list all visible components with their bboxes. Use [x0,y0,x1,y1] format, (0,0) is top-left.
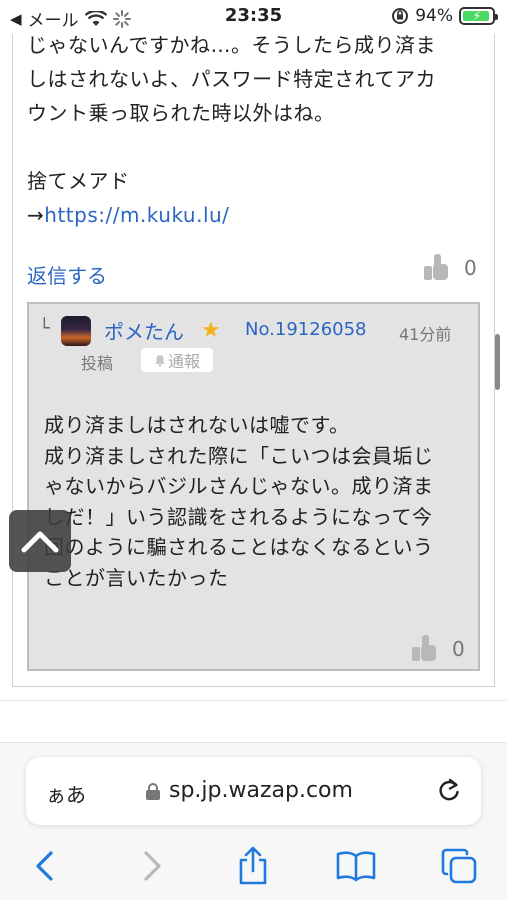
avatar[interactable] [61,316,91,346]
battery-percent: 94% [415,6,453,26]
thumbs-up-icon [424,254,450,282]
reply-time-ago: 41分前 [399,325,452,344]
post-line: 捨てメアド [27,169,130,193]
reply-indent-icon: └ [39,318,50,339]
address-bar[interactable]: ぁあ sp.jp.wazap.com [26,757,481,825]
reply-line: 成り済ましされた際に「こいつは会員垢じ [44,443,434,468]
browser-toolbar [0,843,507,893]
charging-bolt-icon: ⚡ [472,9,482,23]
post-link-line: →https://m.kuku.lu/ [27,198,477,232]
report-label: 通報 [167,352,200,371]
bookmarks-button[interactable] [331,843,381,889]
battery-icon: ⚡ [459,7,498,25]
book-icon [336,851,376,882]
reply-body: 成り済ましはされないは嘘です。 成り済ましされた際に「こいつは会員垢じ ゃないか… [44,410,469,593]
reply-button[interactable]: 返信する [27,260,107,289]
divider [0,700,507,701]
reply-line: 回のように騙されることはなくなるという [44,535,434,559]
thumbs-up-icon [412,635,438,663]
tabs-button[interactable] [434,843,484,889]
member-badge-star-icon: ★ [201,318,221,343]
chevron-up-icon [21,531,59,553]
reply-user-name[interactable]: ポメたん [104,316,184,345]
reload-icon [439,778,459,801]
external-link[interactable]: https://m.kuku.lu/ [44,203,229,227]
bell-icon [154,354,165,367]
back-button[interactable] [20,843,70,889]
reply-line: ゃないからバジルさんじゃない。成り済ま [44,474,434,498]
reply-post-number[interactable]: No.19126058 [245,319,367,340]
report-button[interactable]: 通報 [141,348,213,372]
status-right: 94% ⚡ [391,6,498,26]
post-body: じゃないんですかね…。そうしたら成り済ま しはされないよ、パスワード特定されてア… [27,28,477,232]
post-line: しはされないよ、パスワード特定されてアカ [27,67,436,91]
reload-button[interactable] [437,777,461,809]
share-icon [239,846,267,885]
reply-like-button[interactable]: 0 [412,635,465,663]
tabs-icon [441,848,477,884]
share-button[interactable] [228,843,278,889]
reply-line: ことが言いたかった [44,565,229,590]
link-prefix: → [27,203,45,227]
page-settings-button[interactable]: ぁあ [46,779,86,808]
orientation-lock-icon [392,8,409,24]
post-line: じゃないんですかね…。そうしたら成り済ま [27,33,436,57]
chevron-right-icon [144,851,161,881]
reply-line: しだ！」いう認識をされるようになって今 [44,504,433,529]
browser-bottom-bar: ぁあ sp.jp.wazap.com [0,742,507,900]
reply-card: └ ポメたん ★ No.19126058 41分前 投稿 通報 成り済ましはされ… [27,302,480,671]
like-button[interactable]: 0 [424,254,477,282]
url-text[interactable]: sp.jp.wazap.com [169,778,353,803]
like-count: 0 [464,256,477,280]
chevron-left-icon [36,851,53,881]
post-line: ウント乗っ取られた時以外はね。 [27,101,335,125]
lock-icon [146,783,160,800]
reply-like-count: 0 [452,637,465,661]
scrollbar-thumb[interactable] [495,334,500,390]
scroll-to-top-button[interactable] [9,510,71,572]
forward-button[interactable] [127,843,177,889]
reply-line: 成り済ましはされないは嘘です。 [44,413,350,437]
post-label: 投稿 [81,354,114,373]
